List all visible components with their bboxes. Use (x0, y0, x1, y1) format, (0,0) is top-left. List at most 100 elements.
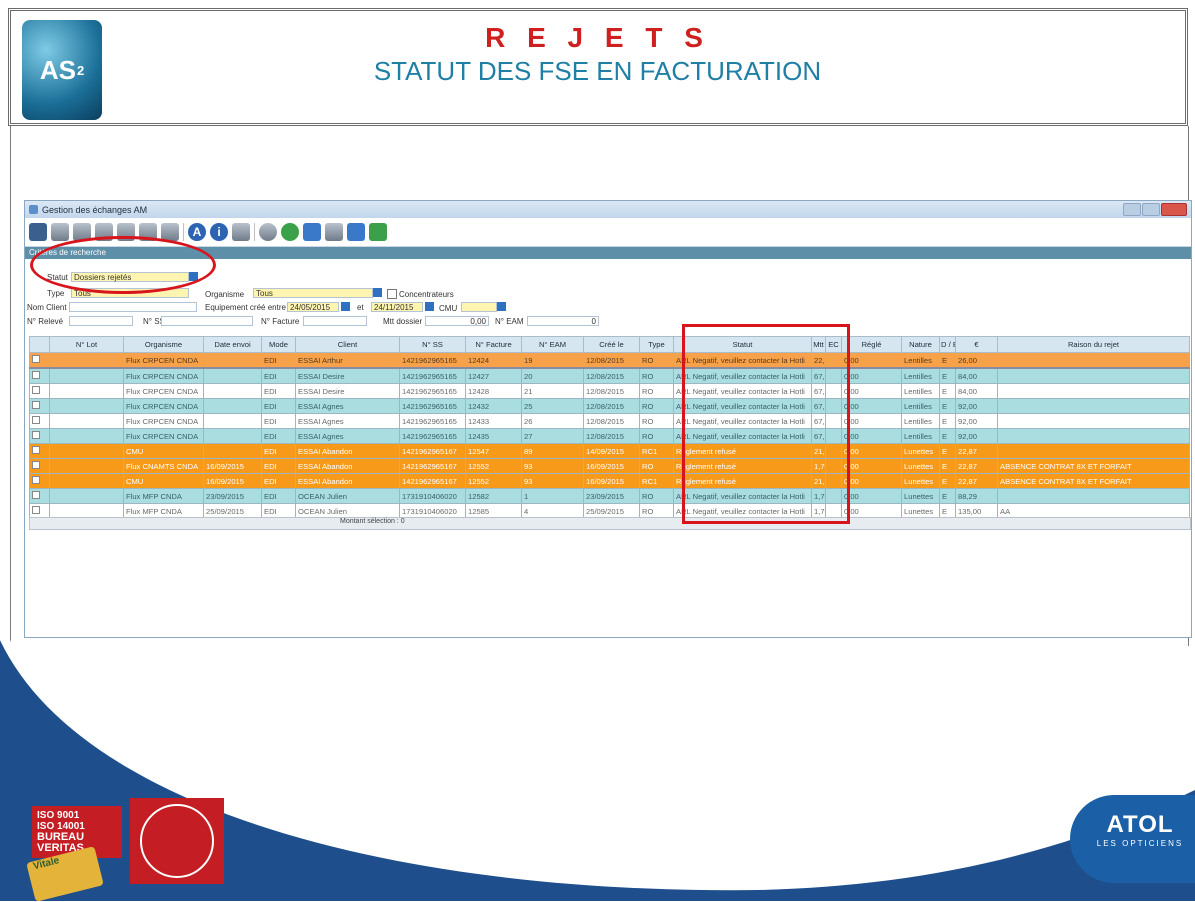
seal-circle (140, 804, 214, 878)
date-from-field[interactable]: 24/05/2015 (287, 302, 339, 312)
close-button[interactable] (1161, 203, 1187, 216)
table-cell: ESSAI Agnes (295, 413, 400, 429)
export-icon[interactable] (347, 223, 365, 241)
grid-header-cell[interactable] (29, 336, 50, 353)
row-checkbox[interactable] (32, 431, 40, 439)
atol-text: ATOL (1106, 811, 1174, 838)
table-cell: 92,00 (955, 428, 998, 444)
table-cell: EDI (261, 413, 296, 429)
nom-client-field[interactable] (69, 302, 197, 312)
exit-icon[interactable] (369, 223, 387, 241)
row-checkbox[interactable] (32, 401, 40, 409)
grid-header-cell[interactable]: N° EAM (521, 336, 584, 353)
table-cell: EDI (261, 383, 296, 399)
table-cell (49, 473, 124, 489)
table-row[interactable]: Flux CRPCEN CNDA EDI ESSAI Desire 142196296… (29, 383, 1190, 399)
table-cell (49, 458, 124, 474)
grid-header-cell[interactable]: Date envoi (203, 336, 262, 353)
table-cell: 1421962965167 (399, 458, 466, 474)
grid-body: Flux CRPCEN CNDA EDI ESSAI Arthur 142196296… (29, 352, 1190, 519)
table-cell: 0,00 (841, 413, 902, 429)
table-cell: 93 (521, 458, 584, 474)
table-cell: E (939, 473, 956, 489)
grid-header-cell[interactable]: N° Lot (49, 336, 124, 353)
cmu-select[interactable] (461, 302, 497, 312)
row-checkbox[interactable] (32, 416, 40, 424)
grid-header-cell[interactable]: € (955, 336, 998, 353)
table-cell: 12/08/2015 (583, 367, 640, 384)
table-cell: 16/09/2015 (583, 458, 640, 474)
table-cell: EDI (261, 443, 296, 459)
grid-header-cell[interactable]: Type (639, 336, 674, 353)
grid-header-cell[interactable]: Créé le (583, 336, 640, 353)
table-row[interactable]: CMU EDI ESSAI Abandon 1421962965167 12547 89 1… (29, 443, 1190, 459)
table-row[interactable]: Flux CNAMTS CNDA 16/09/2015 EDI ESSAI Aband… (29, 458, 1190, 474)
table-cell: ESSAI Abandon (295, 443, 400, 459)
table-cell: 0,00 (841, 458, 902, 474)
table-cell: ESSAI Abandon (295, 473, 400, 489)
table-cell: Flux MFP CNDA (123, 488, 204, 504)
organisme-select[interactable]: Tous (253, 288, 373, 298)
calendar-icon[interactable] (425, 302, 434, 311)
table-cell (997, 367, 1190, 384)
table-row[interactable]: Flux CRPCEN CNDA EDI ESSAI Agnes 1421962965… (29, 413, 1190, 429)
columns-icon[interactable] (325, 223, 343, 241)
grid-header-cell[interactable]: Organisme (123, 336, 204, 353)
grid-header-cell[interactable]: Raison du rejet (997, 336, 1190, 353)
a-circle-icon[interactable]: A (188, 223, 206, 241)
chevron-down-icon[interactable] (373, 288, 382, 297)
table-cell: 12432 (465, 398, 522, 414)
table-cell (49, 383, 124, 399)
table-cell: EDI (261, 367, 296, 384)
grid-header-cell[interactable]: Mode (261, 336, 296, 353)
row-checkbox[interactable] (32, 506, 40, 514)
info-icon[interactable]: i (210, 223, 228, 241)
row-checkbox[interactable] (32, 491, 40, 499)
table-cell: ESSAI Desire (295, 383, 400, 399)
grid-header-cell[interactable]: Réglé (841, 336, 902, 353)
concentrateurs-checkbox[interactable] (387, 289, 397, 299)
facture-field[interactable] (303, 316, 367, 326)
row-checkbox[interactable] (32, 371, 40, 379)
disabled-circle-icon[interactable] (259, 223, 277, 241)
maximize-button[interactable] (1142, 203, 1160, 216)
table-row[interactable]: Flux MFP CNDA 23/09/2015 EDI OCEAN Julien 17… (29, 488, 1190, 504)
minimize-button[interactable] (1123, 203, 1141, 216)
table-row[interactable]: Flux CRPCEN CNDA EDI ESSAI Desire 142196296… (29, 367, 1190, 384)
toolbar-action-1-icon[interactable] (51, 223, 69, 241)
calendar-icon[interactable] (341, 302, 350, 311)
table-cell: 12/08/2015 (583, 413, 640, 429)
row-checkbox[interactable] (32, 355, 40, 363)
eam-field[interactable]: 0 (527, 316, 599, 326)
table-cell (49, 398, 124, 414)
releve-field[interactable] (69, 316, 133, 326)
row-checkbox[interactable] (32, 386, 40, 394)
table-cell: 14/09/2015 (583, 443, 640, 459)
table-cell: Lunettes (901, 443, 940, 459)
row-checkbox[interactable] (32, 446, 40, 454)
table-row[interactable]: Flux CRPCEN CNDA EDI ESSAI Agnes 1421962965… (29, 428, 1190, 444)
table-row[interactable]: Flux CRPCEN CNDA EDI ESSAI Agnes 1421962965… (29, 398, 1190, 414)
refresh-icon[interactable] (281, 223, 299, 241)
ss-field[interactable] (161, 316, 253, 326)
printer-icon[interactable] (232, 223, 250, 241)
table-cell: ESSAI Agnes (295, 398, 400, 414)
table-cell: Lentilles (901, 383, 940, 399)
row-checkbox-cell (29, 413, 50, 429)
grid-header-cell[interactable]: D / E (939, 336, 956, 353)
mtt-dossier-field[interactable]: 0,00 (425, 316, 489, 326)
table-cell: 19 (521, 352, 584, 369)
date-to-field[interactable]: 24/11/2015 (371, 302, 423, 312)
row-checkbox[interactable] (32, 461, 40, 469)
grid-header-cell[interactable]: Client (295, 336, 400, 353)
row-checkbox[interactable] (32, 476, 40, 484)
table-row[interactable]: CMU 16/09/2015 EDI ESSAI Abandon 14219629651… (29, 473, 1190, 489)
table-row[interactable]: Flux CRPCEN CNDA EDI ESSAI Arthur 142196296… (29, 352, 1190, 369)
save-icon[interactable] (29, 223, 47, 241)
grid-header-cell[interactable]: N° Facture (465, 336, 522, 353)
chevron-down-icon[interactable] (497, 302, 506, 311)
sort-icon[interactable] (303, 223, 321, 241)
table-cell: EDI (261, 398, 296, 414)
grid-header-cell[interactable]: N° SS (399, 336, 466, 353)
grid-header-cell[interactable]: Nature (901, 336, 940, 353)
